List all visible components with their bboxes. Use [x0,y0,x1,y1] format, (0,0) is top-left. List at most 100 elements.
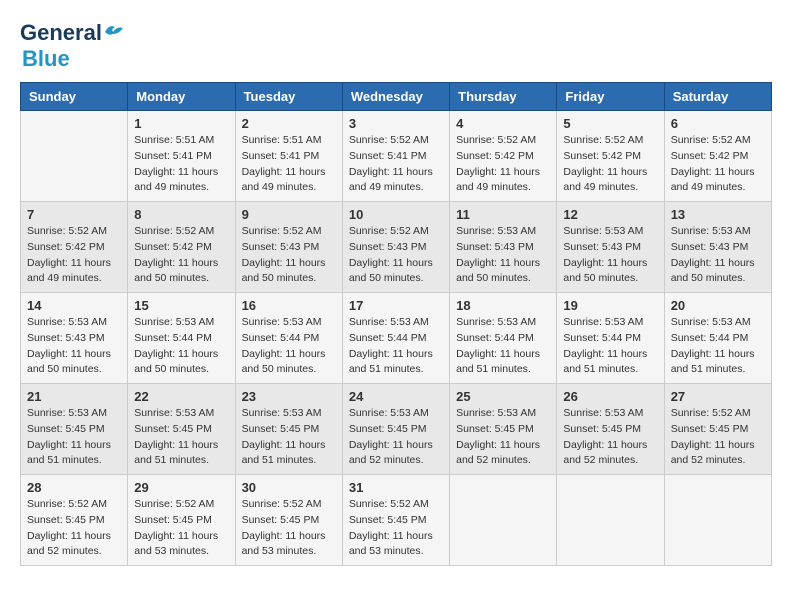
calendar-cell: 17 Sunrise: 5:53 AMSunset: 5:44 PMDayligh… [342,293,449,384]
day-info: Sunrise: 5:53 AMSunset: 5:45 PMDaylight:… [456,406,550,469]
day-number: 29 [134,480,228,495]
logo-bird-icon [103,22,123,40]
calendar-cell: 25 Sunrise: 5:53 AMSunset: 5:45 PMDayligh… [450,384,557,475]
day-number: 11 [456,207,550,222]
header-row: SundayMondayTuesdayWednesdayThursdayFrid… [21,83,772,111]
weekday-header: Wednesday [342,83,449,111]
day-info: Sunrise: 5:53 AMSunset: 5:44 PMDaylight:… [349,315,443,378]
calendar-cell: 23 Sunrise: 5:53 AMSunset: 5:45 PMDayligh… [235,384,342,475]
day-info: Sunrise: 5:52 AMSunset: 5:45 PMDaylight:… [671,406,765,469]
day-number: 26 [563,389,657,404]
day-info: Sunrise: 5:53 AMSunset: 5:43 PMDaylight:… [563,224,657,287]
calendar-cell: 7Sunrise: 5:52 AMSunset: 5:42 PMDaylight… [21,202,128,293]
day-number: 18 [456,298,550,313]
day-number: 25 [456,389,550,404]
calendar-cell: 6 Sunrise: 5:52 AMSunset: 5:42 PMDaylight… [664,111,771,202]
weekday-header: Saturday [664,83,771,111]
day-info: Sunrise: 5:52 AMSunset: 5:45 PMDaylight:… [242,497,336,560]
day-info: Sunrise: 5:51 AMSunset: 5:41 PMDaylight:… [242,133,336,196]
day-info: Sunrise: 5:52 AMSunset: 5:45 PMDaylight:… [134,497,228,560]
day-info: Sunrise: 5:53 AMSunset: 5:44 PMDaylight:… [563,315,657,378]
day-number: 28 [27,480,121,495]
day-number: 31 [349,480,443,495]
calendar-cell: 28Sunrise: 5:52 AMSunset: 5:45 PMDayligh… [21,475,128,566]
calendar-cell: 18 Sunrise: 5:53 AMSunset: 5:44 PMDayligh… [450,293,557,384]
weekday-header: Friday [557,83,664,111]
day-number: 13 [671,207,765,222]
day-info: Sunrise: 5:52 AMSunset: 5:45 PMDaylight:… [349,497,443,560]
day-number: 14 [27,298,121,313]
day-number: 2 [242,116,336,131]
day-info: Sunrise: 5:52 AMSunset: 5:43 PMDaylight:… [242,224,336,287]
calendar-cell: 22Sunrise: 5:53 AMSunset: 5:45 PMDayligh… [128,384,235,475]
day-number: 16 [242,298,336,313]
day-info: Sunrise: 5:53 AMSunset: 5:43 PMDaylight:… [671,224,765,287]
calendar-row: 21 Sunrise: 5:53 AMSunset: 5:45 PMDayligh… [21,384,772,475]
day-number: 23 [242,389,336,404]
logo-general: General [20,20,102,46]
calendar-cell: 3Sunrise: 5:52 AMSunset: 5:41 PMDaylight… [342,111,449,202]
calendar-cell: 30Sunrise: 5:52 AMSunset: 5:45 PMDayligh… [235,475,342,566]
day-info: Sunrise: 5:53 AMSunset: 5:44 PMDaylight:… [134,315,228,378]
calendar-cell: 5Sunrise: 5:52 AMSunset: 5:42 PMDaylight… [557,111,664,202]
day-info: Sunrise: 5:52 AMSunset: 5:42 PMDaylight:… [456,133,550,196]
calendar-cell: 9Sunrise: 5:52 AMSunset: 5:43 PMDaylight… [235,202,342,293]
calendar-cell [450,475,557,566]
day-number: 6 [671,116,765,131]
day-number: 21 [27,389,121,404]
day-number: 19 [563,298,657,313]
day-info: Sunrise: 5:53 AMSunset: 5:43 PMDaylight:… [27,315,121,378]
weekday-header: Tuesday [235,83,342,111]
calendar-body: 1 Sunrise: 5:51 AMSunset: 5:41 PMDaylight… [21,111,772,566]
calendar-cell [557,475,664,566]
day-info: Sunrise: 5:52 AMSunset: 5:42 PMDaylight:… [563,133,657,196]
day-number: 24 [349,389,443,404]
calendar-cell: 13 Sunrise: 5:53 AMSunset: 5:43 PMDayligh… [664,202,771,293]
calendar-cell: 8 Sunrise: 5:52 AMSunset: 5:42 PMDaylight… [128,202,235,293]
logo-blue: Blue [22,46,70,71]
day-info: Sunrise: 5:52 AMSunset: 5:41 PMDaylight:… [349,133,443,196]
calendar-row: 1 Sunrise: 5:51 AMSunset: 5:41 PMDaylight… [21,111,772,202]
calendar-cell: 12 Sunrise: 5:53 AMSunset: 5:43 PMDayligh… [557,202,664,293]
weekday-header: Sunday [21,83,128,111]
calendar-cell: 19 Sunrise: 5:53 AMSunset: 5:44 PMDayligh… [557,293,664,384]
calendar-cell: 20 Sunrise: 5:53 AMSunset: 5:44 PMDayligh… [664,293,771,384]
day-info: Sunrise: 5:52 AMSunset: 5:43 PMDaylight:… [349,224,443,287]
day-info: Sunrise: 5:53 AMSunset: 5:43 PMDaylight:… [456,224,550,287]
day-info: Sunrise: 5:53 AMSunset: 5:44 PMDaylight:… [456,315,550,378]
page-header: General Blue [20,20,772,72]
day-info: Sunrise: 5:53 AMSunset: 5:45 PMDaylight:… [563,406,657,469]
calendar-cell: 14 Sunrise: 5:53 AMSunset: 5:43 PMDayligh… [21,293,128,384]
calendar-cell: 10Sunrise: 5:52 AMSunset: 5:43 PMDayligh… [342,202,449,293]
day-info: Sunrise: 5:51 AMSunset: 5:41 PMDaylight:… [134,133,228,196]
calendar-cell: 11 Sunrise: 5:53 AMSunset: 5:43 PMDayligh… [450,202,557,293]
day-number: 27 [671,389,765,404]
day-number: 20 [671,298,765,313]
day-number: 8 [134,207,228,222]
day-info: Sunrise: 5:53 AMSunset: 5:44 PMDaylight:… [671,315,765,378]
calendar-cell: 2 Sunrise: 5:51 AMSunset: 5:41 PMDaylight… [235,111,342,202]
day-number: 15 [134,298,228,313]
calendar-row: 14 Sunrise: 5:53 AMSunset: 5:43 PMDayligh… [21,293,772,384]
logo: General Blue [20,20,123,72]
calendar-row: 7Sunrise: 5:52 AMSunset: 5:42 PMDaylight… [21,202,772,293]
day-number: 1 [134,116,228,131]
day-info: Sunrise: 5:52 AMSunset: 5:42 PMDaylight:… [134,224,228,287]
calendar-cell: 15 Sunrise: 5:53 AMSunset: 5:44 PMDayligh… [128,293,235,384]
calendar-cell: 27 Sunrise: 5:52 AMSunset: 5:45 PMDayligh… [664,384,771,475]
calendar-cell [664,475,771,566]
calendar-cell: 16 Sunrise: 5:53 AMSunset: 5:44 PMDayligh… [235,293,342,384]
calendar-cell: 21 Sunrise: 5:53 AMSunset: 5:45 PMDayligh… [21,384,128,475]
calendar-cell: 26 Sunrise: 5:53 AMSunset: 5:45 PMDayligh… [557,384,664,475]
day-number: 12 [563,207,657,222]
day-info: Sunrise: 5:53 AMSunset: 5:45 PMDaylight:… [27,406,121,469]
day-number: 4 [456,116,550,131]
day-info: Sunrise: 5:53 AMSunset: 5:45 PMDaylight:… [349,406,443,469]
day-info: Sunrise: 5:53 AMSunset: 5:44 PMDaylight:… [242,315,336,378]
day-info: Sunrise: 5:52 AMSunset: 5:42 PMDaylight:… [671,133,765,196]
weekday-header: Monday [128,83,235,111]
weekday-header: Thursday [450,83,557,111]
day-info: Sunrise: 5:53 AMSunset: 5:45 PMDaylight:… [242,406,336,469]
day-number: 17 [349,298,443,313]
calendar-table: SundayMondayTuesdayWednesdayThursdayFrid… [20,82,772,566]
